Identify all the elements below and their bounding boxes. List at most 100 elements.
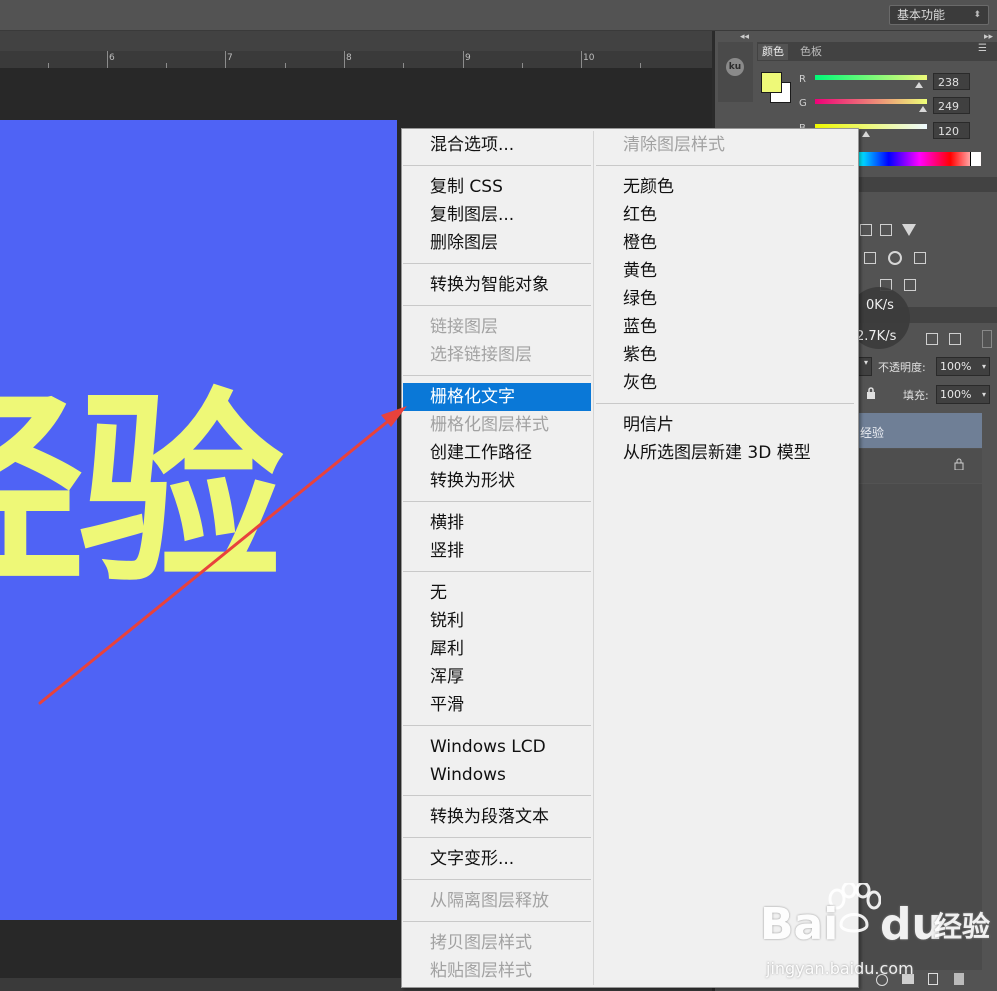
tab-color[interactable]: 颜色: [758, 44, 788, 60]
menu-item-antialias-sharp[interactable]: 锐利: [403, 607, 591, 635]
watermark-url: jingyan.baidu.com: [766, 959, 914, 978]
exposure-icon[interactable]: [880, 224, 892, 236]
tab-swatches[interactable]: 色板: [796, 44, 826, 60]
menu-separator: [403, 921, 591, 922]
blue-value-field[interactable]: 120: [933, 122, 970, 139]
menu-separator: [403, 879, 591, 880]
menu-item-blue[interactable]: 蓝色: [596, 313, 854, 341]
transform-icon[interactable]: [926, 333, 938, 345]
opacity-label: 不透明度:: [878, 361, 926, 374]
ruler-tick: [581, 51, 582, 68]
menu-item-antialias-strong[interactable]: 浑厚: [403, 663, 591, 691]
workspace-dropdown[interactable]: 基本功能 ⬍: [889, 5, 989, 25]
menu-item-antialias-smooth[interactable]: 平滑: [403, 691, 591, 719]
blend-mode-dropdown[interactable]: ▾: [858, 357, 872, 376]
menu-item-paste-layer-style: 粘贴图层样式: [430, 961, 532, 981]
ruler-label: 6: [109, 53, 115, 63]
lock-all-icon[interactable]: [866, 387, 876, 399]
menu-separator: [596, 165, 854, 166]
menu-item-new-3d-model[interactable]: 从所选图层新建 3D 模型: [596, 439, 854, 467]
menu-item-windows[interactable]: Windows: [403, 761, 591, 789]
menu-item-gray[interactable]: 灰色: [596, 369, 854, 397]
menu-item-select-linked-layers: 选择链接图层: [430, 345, 532, 365]
filter-toggle[interactable]: [982, 330, 992, 348]
watermark-suffix: 经验: [934, 910, 991, 943]
menu-item-clear-layer-style: 清除图层样式: [623, 135, 725, 155]
dropdown-arrow-icon: ▾: [981, 362, 986, 371]
menu-item-warp-text[interactable]: 文字变形...: [403, 845, 591, 873]
menu-item-copy-layer-style: 拷贝图层样式: [430, 933, 532, 953]
horizontal-ruler: 6 7 8 9 10: [0, 51, 712, 69]
menu-item-yellow[interactable]: 黄色: [596, 257, 854, 285]
menu-separator: [403, 725, 591, 726]
menu-item-copy-css[interactable]: 复制 CSS: [403, 173, 591, 201]
hue-saturation-icon[interactable]: [864, 252, 876, 264]
slider-thumb[interactable]: [915, 82, 923, 88]
foreground-color-swatch[interactable]: [761, 72, 782, 93]
channel-label-r: R: [799, 74, 806, 85]
fill-label: 填充:: [903, 389, 929, 402]
dropdown-arrow-icon: ▾: [863, 358, 868, 367]
curves-icon[interactable]: [860, 224, 872, 236]
menu-item-delete-layer[interactable]: 删除图层: [403, 229, 591, 257]
menu-item-create-work-path[interactable]: 创建工作路径: [403, 439, 591, 467]
collapse-dock-icon[interactable]: ▸▸: [984, 32, 993, 42]
channel-label-g: G: [799, 98, 807, 109]
canvas-text-layer[interactable]: 经验: [0, 388, 284, 594]
menu-item-horizontal[interactable]: 横排: [403, 509, 591, 537]
menu-item-rasterize-layer-style: 栅格化图层样式: [430, 415, 549, 435]
download-speed: 2.7K/s: [856, 329, 897, 344]
green-value-field[interactable]: 249: [933, 97, 970, 114]
menu-item-violet[interactable]: 紫色: [596, 341, 854, 369]
menu-item-convert-to-shape[interactable]: 转换为形状: [403, 467, 591, 495]
document-canvas[interactable]: 经验: [0, 120, 397, 920]
ku-plugin-icon[interactable]: ku: [726, 58, 744, 76]
layer-copy-icon[interactable]: [949, 333, 961, 345]
menu-separator: [596, 403, 854, 404]
color-balance-icon[interactable]: [888, 251, 902, 265]
ruler-tick: [344, 51, 345, 68]
menu-item-green[interactable]: 绿色: [596, 285, 854, 313]
baidu-jingyan-watermark: Bai du 经验 jingyan.baidu.com: [752, 879, 997, 991]
workspace-label: 基本功能: [897, 8, 946, 22]
menu-item-convert-smart-object[interactable]: 转换为智能对象: [403, 271, 591, 299]
opacity-value: 100%: [940, 360, 972, 373]
menu-item-convert-paragraph-text[interactable]: 转换为段落文本: [403, 803, 591, 831]
document-tab-strip: [0, 31, 712, 51]
slider-thumb[interactable]: [919, 106, 927, 112]
menu-item-postcard[interactable]: 明信片: [596, 411, 854, 439]
menu-separator: [403, 375, 591, 376]
menu-item-blending-options[interactable]: 混合选项...: [403, 131, 591, 159]
slider-thumb[interactable]: [862, 131, 870, 137]
menu-item-orange[interactable]: 橙色: [596, 229, 854, 257]
red-value-field[interactable]: 238: [933, 73, 970, 90]
ruler-label: 10: [583, 53, 595, 63]
channel-mixer-icon[interactable]: [914, 252, 926, 264]
red-slider[interactable]: [815, 75, 927, 80]
menu-item-duplicate-layer[interactable]: 复制图层...: [403, 201, 591, 229]
fill-field[interactable]: 100% ▾: [936, 385, 990, 404]
menu-item-windows-lcd[interactable]: Windows LCD: [403, 733, 591, 761]
panel-menu-icon[interactable]: ☰: [978, 43, 987, 54]
selective-color-icon[interactable]: [904, 279, 916, 291]
menu-separator: [403, 165, 591, 166]
ruler-tick: [225, 51, 226, 68]
menu-separator: [403, 305, 591, 306]
ruler-tick: [463, 51, 464, 68]
menu-item-antialias-crisp[interactable]: 犀利: [403, 635, 591, 663]
menu-item-vertical[interactable]: 竖排: [403, 537, 591, 565]
opacity-field[interactable]: 100% ▾: [936, 357, 990, 376]
lock-icon: [954, 458, 964, 470]
menu-item-rasterize-type[interactable]: 栅格化文字: [403, 383, 591, 411]
menu-item-antialias-none[interactable]: 无: [403, 579, 591, 607]
gradient-map-icon[interactable]: [902, 224, 916, 236]
layer-name: 经验: [860, 426, 885, 440]
menu-item-red[interactable]: 红色: [596, 201, 854, 229]
green-slider[interactable]: [815, 99, 927, 104]
color-spectrum-ramp[interactable]: [858, 152, 981, 166]
menu-item-no-color[interactable]: 无颜色: [596, 173, 854, 201]
collapse-panels-icon[interactable]: ◂◂: [740, 32, 749, 42]
menu-item-release-isolation: 从隔离图层释放: [430, 891, 549, 911]
fill-value: 100%: [940, 388, 972, 401]
white-black-swatch[interactable]: [970, 152, 980, 166]
